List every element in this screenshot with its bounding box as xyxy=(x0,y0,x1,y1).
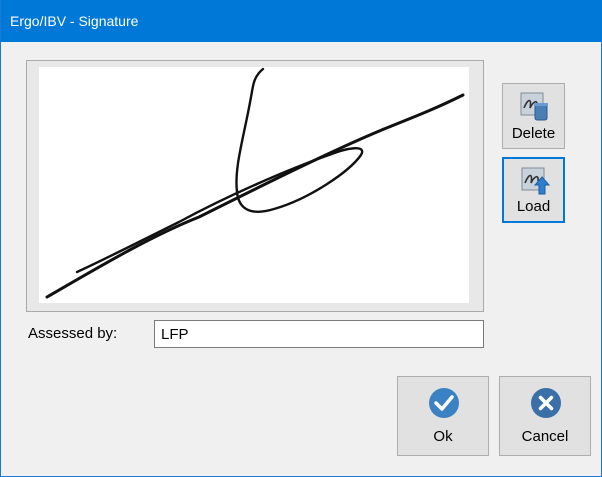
assessed-by-label: Assessed by: xyxy=(28,325,118,342)
delete-button-label: Delete xyxy=(511,125,556,142)
window-title: Ergo/IBV - Signature xyxy=(10,13,139,29)
signature-frame xyxy=(26,60,484,312)
signature-load-icon xyxy=(521,167,551,201)
signature-drawing xyxy=(45,67,465,299)
load-button-label: Load xyxy=(516,198,551,215)
delete-button[interactable]: Delete xyxy=(502,83,565,149)
signature-dialog: Ergo/IBV - Signature Delete Load Assesse… xyxy=(0,0,602,477)
cancel-button-label: Cancel xyxy=(521,428,569,445)
signature-stroke-main xyxy=(45,93,465,299)
signature-delete-icon xyxy=(520,92,550,126)
signature-stroke-loop xyxy=(75,67,364,274)
assessed-by-input[interactable] xyxy=(154,320,484,348)
ok-button[interactable]: Ok xyxy=(397,376,489,456)
signature-border-bottom xyxy=(27,303,483,311)
cancel-button[interactable]: Cancel xyxy=(499,376,591,456)
ok-button-label: Ok xyxy=(433,428,453,445)
load-button[interactable]: Load xyxy=(502,157,565,223)
title-bar[interactable]: Ergo/IBV - Signature xyxy=(1,0,602,42)
close-icon xyxy=(530,387,562,423)
signature-border-left xyxy=(27,61,39,311)
signature-canvas[interactable] xyxy=(39,67,469,303)
checkmark-icon xyxy=(428,387,460,423)
signature-border-right xyxy=(469,61,483,311)
